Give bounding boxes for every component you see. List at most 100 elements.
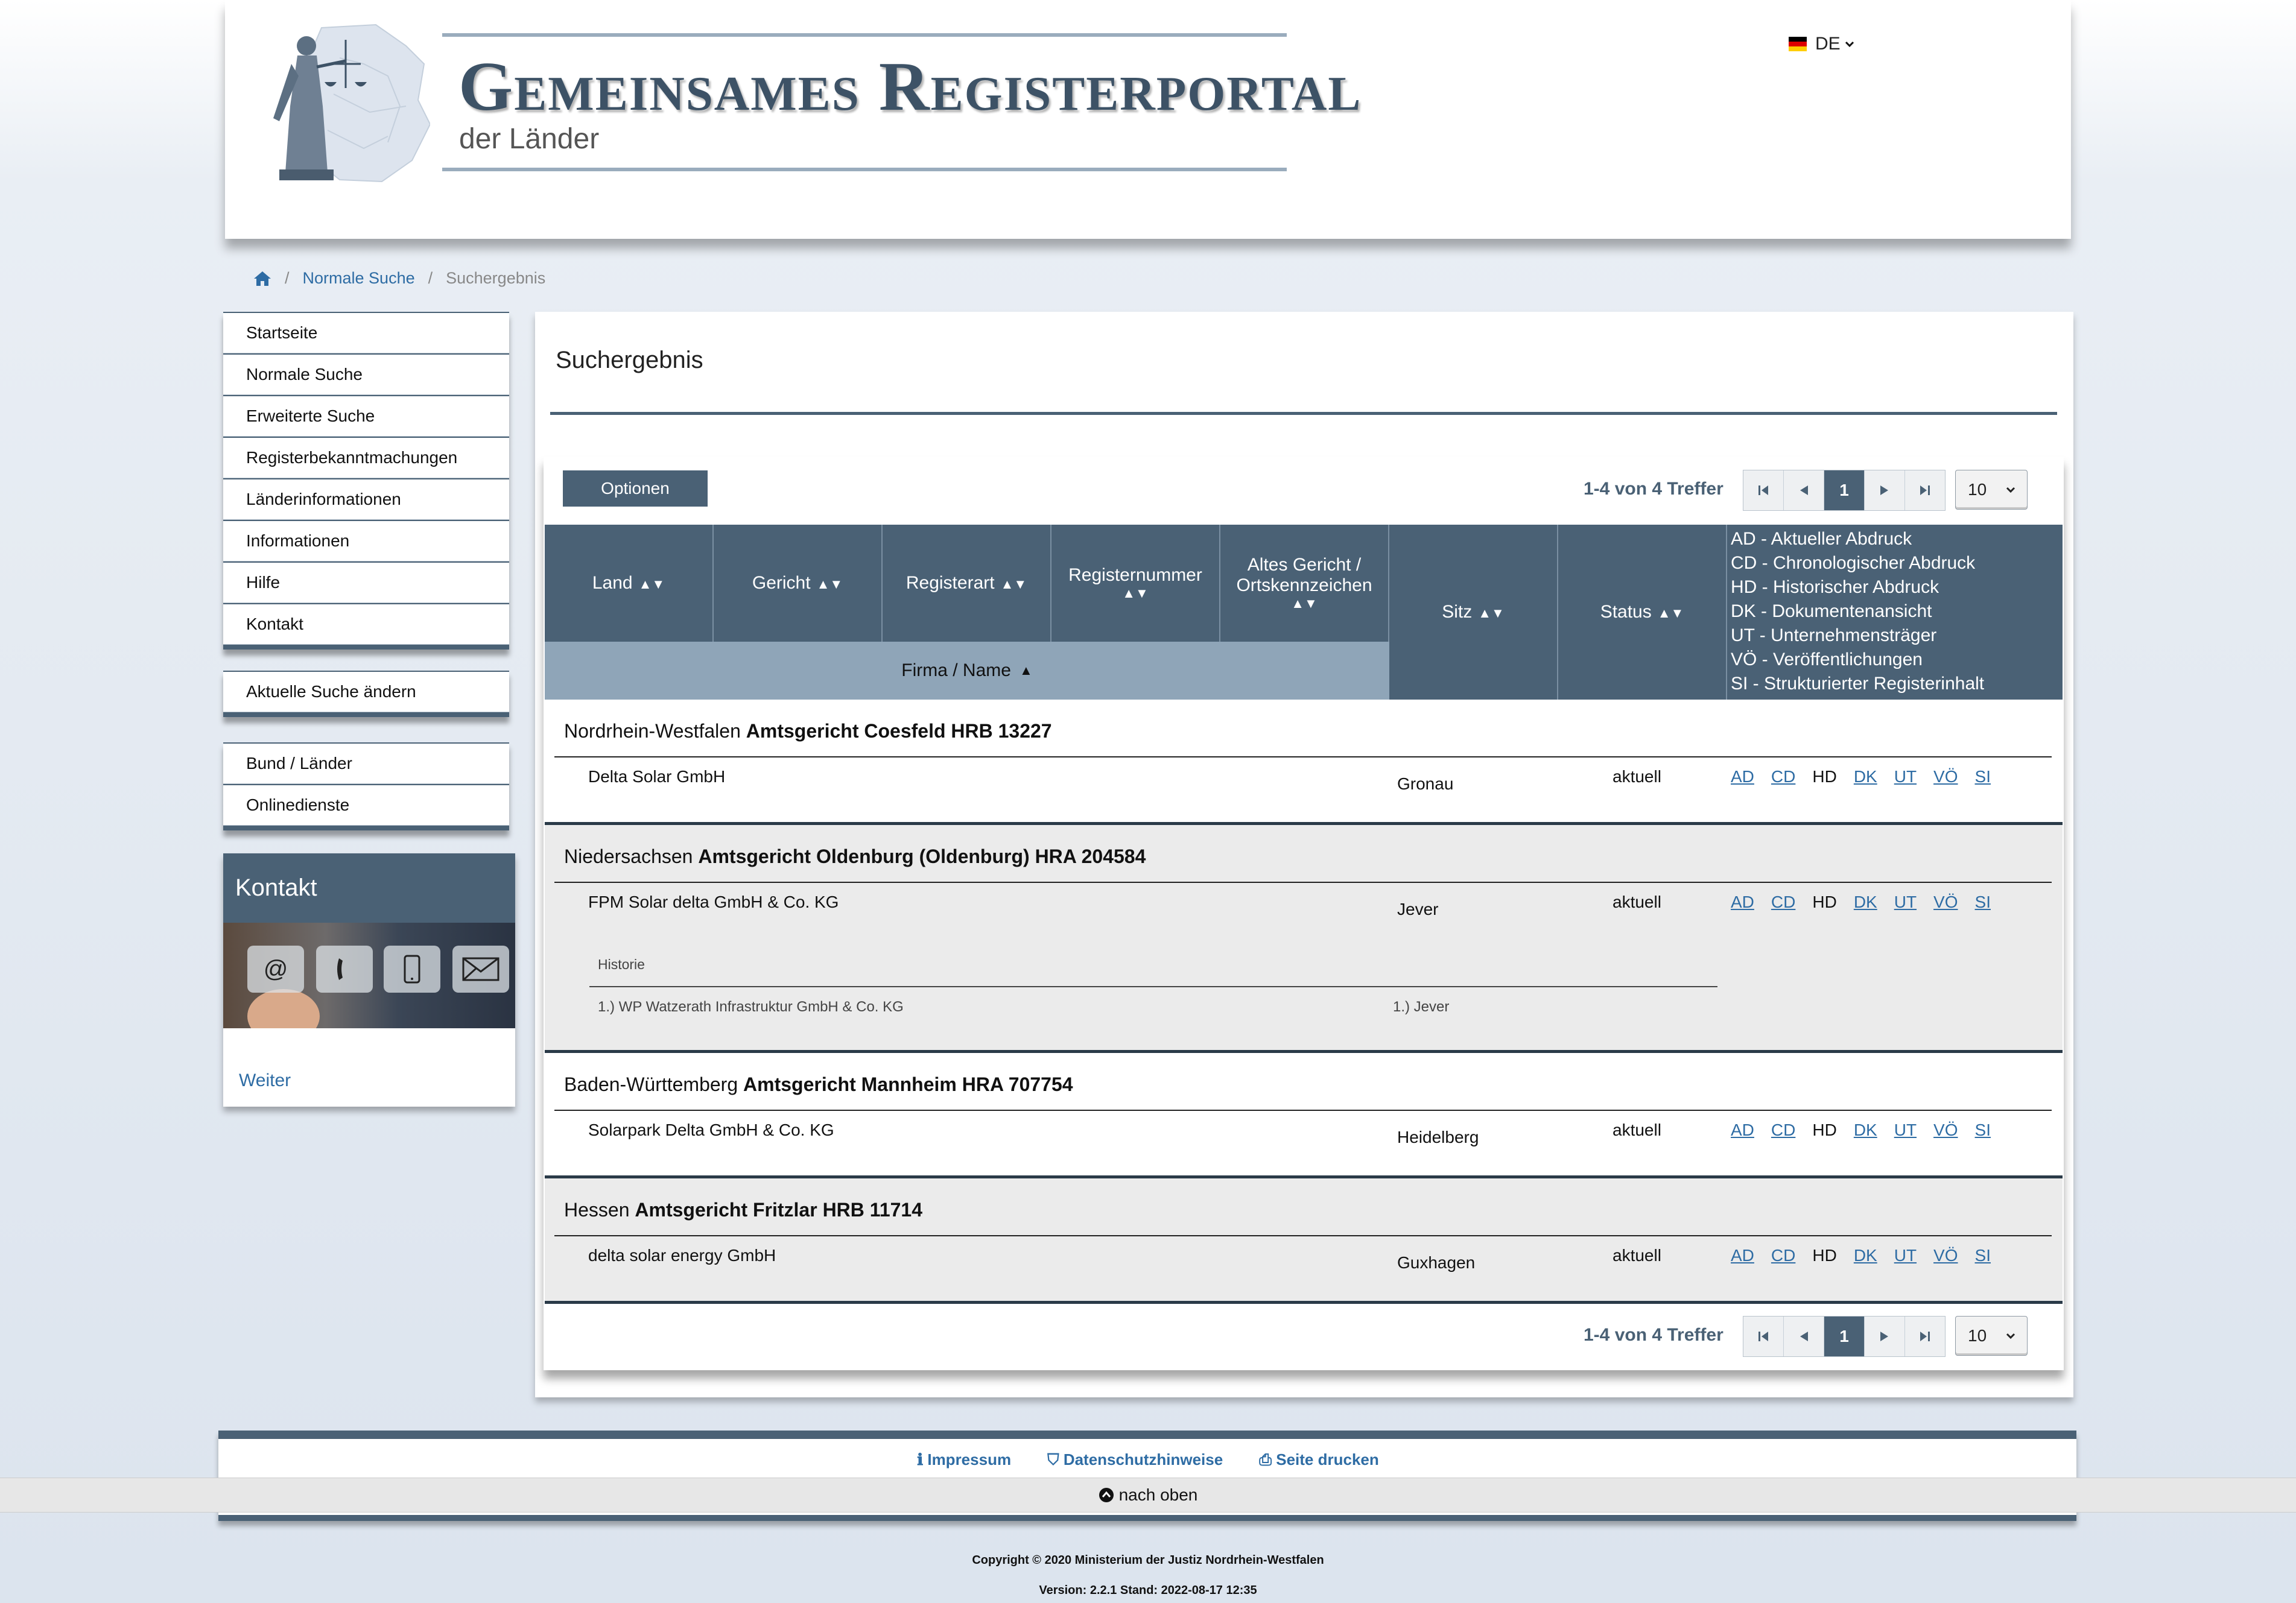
info-icon: ℹ [917,1450,928,1469]
divider [554,882,2052,883]
last-page-icon[interactable] [1905,1317,1945,1356]
justitia-logo[interactable] [249,22,430,185]
sort-icon: ▲▼ [1000,577,1027,592]
link-ut[interactable]: UT [1894,893,1917,912]
home-icon[interactable] [253,271,271,286]
document-links: AD CD HD DK UT VÖ SI [1731,893,2008,912]
sidebar-item-hilfe[interactable]: Hilfe [223,561,509,603]
sort-icon: ▲▼ [1122,586,1149,601]
link-ad[interactable]: AD [1731,1121,1754,1140]
link-ut[interactable]: UT [1894,1121,1917,1140]
link-hd: HD [1812,767,1837,786]
column-land[interactable]: Land ▲▼ [545,525,714,642]
column-altes-gericht[interactable]: Altes Gericht / Ortskennzeichen ▲▼ [1220,525,1389,642]
pagination-top: 1 [1743,470,1946,511]
sidebar-item-aktuelle-suche-aendern[interactable]: Aktuelle Suche ändern [223,671,509,712]
language-label: DE [1815,34,1841,54]
link-si[interactable]: SI [1975,893,1991,912]
result-group-header: Hessen Amtsgericht Fritzlar HRB 11714 [564,1199,922,1221]
next-page-icon[interactable] [1865,470,1905,510]
company-sitz: Jever [1397,900,1439,918]
link-ad[interactable]: AD [1731,893,1754,912]
link-ad[interactable]: AD [1731,1246,1754,1265]
company-status: aktuell [1613,767,1661,786]
impressum-link[interactable]: ℹ Impressum [917,1450,1011,1470]
divider [554,1235,2052,1236]
link-dk[interactable]: DK [1854,767,1877,786]
sort-icon: ▲▼ [816,577,843,592]
back-to-top-button[interactable]: nach oben [0,1478,2296,1513]
sidebar-item-normale-suche[interactable]: Normale Suche [223,353,509,395]
link-si[interactable]: SI [1975,1121,1991,1140]
breadcrumb-separator: / [428,269,433,287]
sidebar-item-laenderinformationen[interactable]: Länderinformationen [223,478,509,520]
link-dk[interactable]: DK [1854,893,1877,912]
column-registernummer[interactable]: Registernummer ▲▼ [1051,525,1220,642]
link-cd[interactable]: CD [1771,1121,1795,1140]
sidebar-item-erweiterte-suche[interactable]: Erweiterte Suche [223,395,509,437]
datenschutz-link[interactable]: ⛉ Datenschutzhinweise [1047,1450,1223,1470]
hand-shape [247,989,320,1028]
sidebar-item-kontakt[interactable]: Kontakt [223,603,509,645]
result-group: Niedersachsen Amtsgericht Oldenburg (Old… [545,825,2063,1053]
link-vo[interactable]: VÖ [1933,1246,1958,1265]
chevron-down-icon [2006,487,2015,493]
sidebar-item-startseite[interactable]: Startseite [223,312,509,353]
link-ut[interactable]: UT [1894,767,1917,786]
sidebar-item-bund-laender[interactable]: Bund / Länder [223,742,509,784]
column-gericht[interactable]: Gericht ▲▼ [714,525,883,642]
column-status[interactable]: Status ▲▼ [1558,525,1727,700]
options-button[interactable]: Optionen [563,470,708,507]
at-icon[interactable]: @ [247,946,304,993]
link-si[interactable]: SI [1975,1246,1991,1265]
page-size-select[interactable]: 10 [1955,470,2028,510]
page-number[interactable]: 1 [1824,1317,1865,1356]
link-ad[interactable]: AD [1731,767,1754,786]
company-name: Solarpark Delta GmbH & Co. KG [588,1121,834,1139]
company-status: aktuell [1613,1121,1661,1139]
version-text: Version: 2.2.1 Stand: 2022-08-17 12:35 [1039,1584,1257,1597]
link-dk[interactable]: DK [1854,1121,1877,1140]
next-page-icon[interactable] [1865,1317,1905,1356]
breadcrumb-current: Suchergebnis [446,269,546,287]
link-vo[interactable]: VÖ [1933,893,1958,912]
link-vo[interactable]: VÖ [1933,767,1958,786]
link-si[interactable]: SI [1975,767,1991,786]
title-rule [550,412,2057,415]
phone-icon[interactable] [316,946,373,993]
link-hd: HD [1812,1246,1837,1265]
sidebar-item-informationen[interactable]: Informationen [223,520,509,561]
german-flag-icon [1789,37,1807,51]
page-size-select[interactable]: 10 [1955,1316,2028,1356]
breadcrumb-normale-suche[interactable]: Normale Suche [303,269,415,288]
link-dk[interactable]: DK [1854,1246,1877,1265]
link-cd[interactable]: CD [1771,767,1795,786]
column-sitz[interactable]: Sitz ▲▼ [1389,525,1558,700]
link-cd[interactable]: CD [1771,1246,1795,1265]
footer-links: ℹ Impressum ⛉ Datenschutzhinweise ⎙ Seit… [0,1450,2296,1470]
document-links: AD CD HD DK UT VÖ SI [1731,1246,2008,1265]
link-cd[interactable]: CD [1771,893,1795,912]
prev-page-icon[interactable] [1784,1317,1824,1356]
column-registerart[interactable]: Registerart ▲▼ [883,525,1051,642]
first-page-icon[interactable] [1743,1317,1784,1356]
print-icon: ⎙ [1259,1450,1276,1469]
language-switcher[interactable]: DE [1789,34,1855,54]
document-legend: AD - Aktueller Abdruck CD - Chronologisc… [1727,525,2063,700]
sidebar-item-registerbekanntmachungen[interactable]: Registerbekanntmachungen [223,437,509,478]
page-size-value: 10 [1968,1326,1987,1345]
first-page-icon[interactable] [1743,470,1784,510]
sidebar-item-onlinedienste[interactable]: Onlinedienste [223,784,509,826]
mobile-icon[interactable] [384,946,440,993]
page-number[interactable]: 1 [1824,470,1865,510]
print-link[interactable]: ⎙ Seite drucken [1259,1450,1379,1470]
link-ut[interactable]: UT [1894,1246,1917,1265]
page-title: Suchergebnis [556,347,703,373]
kontakt-weiter-link[interactable]: Weiter [239,1070,291,1091]
last-page-icon[interactable] [1905,470,1945,510]
mail-icon[interactable] [452,946,509,993]
prev-page-icon[interactable] [1784,470,1824,510]
column-firma-name[interactable]: Firma / Name ▲ [545,642,1389,700]
link-vo[interactable]: VÖ [1933,1121,1958,1140]
site-title[interactable]: Gemeinsames Registerportal [458,47,1362,127]
